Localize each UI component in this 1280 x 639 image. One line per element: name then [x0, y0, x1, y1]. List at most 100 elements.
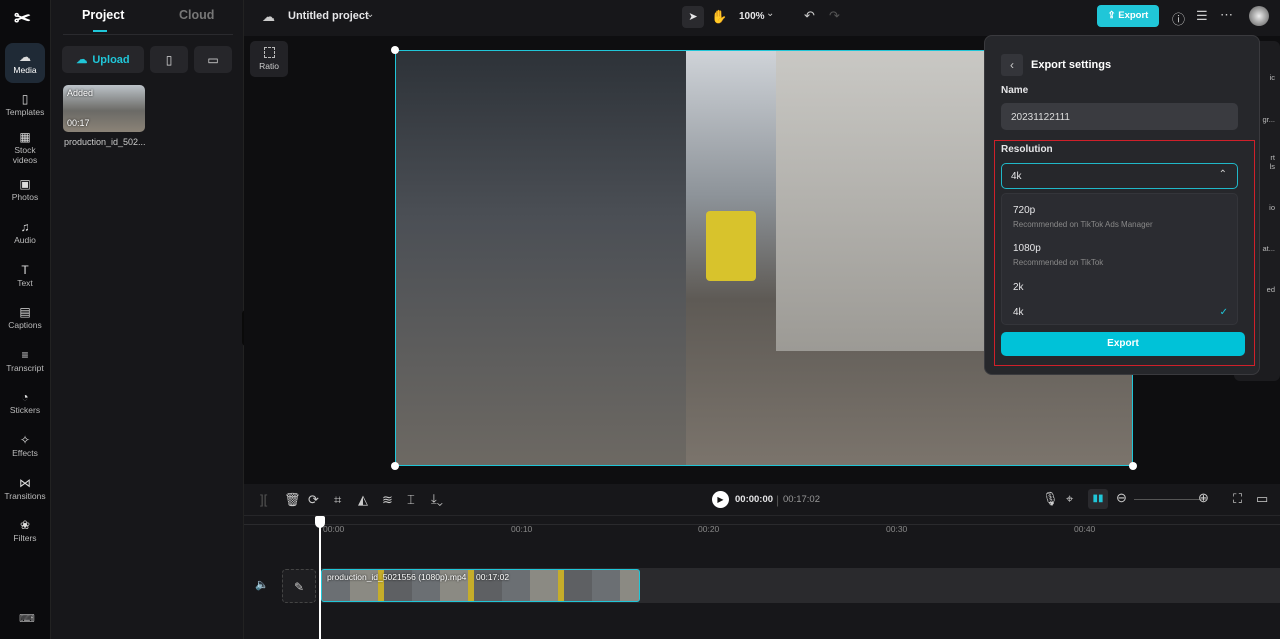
- side-item-label[interactable]: io: [1269, 203, 1275, 212]
- sidebar-item-media[interactable]: ☁ Media: [5, 43, 45, 83]
- sidebar-item-audio[interactable]: ♫ Audio: [5, 213, 45, 253]
- text-icon: T: [21, 262, 29, 277]
- playhead-handle[interactable]: [315, 516, 325, 528]
- export-settings-popover: ‹ Export settings Name 20231122111 Resol…: [984, 35, 1260, 375]
- option-label: 4k: [1013, 307, 1024, 318]
- fullscreen-icon[interactable]: ▭: [1256, 491, 1268, 507]
- hand-tool-icon[interactable]: ✋: [711, 9, 727, 25]
- playhead[interactable]: [319, 516, 321, 639]
- play-button[interactable]: ▶: [712, 491, 729, 508]
- side-item-label[interactable]: ic: [1270, 73, 1275, 82]
- zoom-chevron-icon[interactable]: ⌄: [766, 8, 774, 19]
- tab-project[interactable]: Project: [82, 8, 124, 22]
- option-720p[interactable]: 720p Recommended on TikTok Ads Manager: [1013, 205, 1153, 229]
- option-1080p[interactable]: 1080p Recommended on TikTok: [1013, 243, 1103, 267]
- zoom-slider[interactable]: [1134, 499, 1206, 500]
- sidebar-item-photos[interactable]: ▣ Photos: [5, 171, 45, 211]
- layers-icon[interactable]: ☰: [1196, 8, 1208, 24]
- snap-icon[interactable]: ⌖: [1066, 491, 1073, 507]
- export-title: Export settings: [1031, 59, 1112, 71]
- sidebar-item-transcript[interactable]: ≡ Transcript: [5, 341, 45, 381]
- name-field[interactable]: 20231122111: [1001, 103, 1238, 130]
- option-label: 1080p: [1013, 243, 1041, 254]
- delete-icon[interactable]: 🗑: [284, 492, 301, 508]
- side-item-label[interactable]: at...: [1262, 244, 1275, 253]
- tab-cloud[interactable]: Cloud: [179, 8, 214, 22]
- option-label: 720p: [1013, 205, 1036, 216]
- export-top-button[interactable]: ⇪ Export: [1097, 5, 1159, 27]
- platform-shelter: [396, 51, 686, 465]
- clip-name: production_id_5021556 (1080p).mp4: [327, 572, 467, 582]
- detach-audio-icon[interactable]: ≋: [382, 492, 393, 508]
- project-title[interactable]: Untitled project: [288, 10, 369, 22]
- added-badge: Added: [67, 88, 94, 98]
- sidebar-item-label: Text: [17, 277, 33, 288]
- redo-icon[interactable]: ↷: [829, 8, 840, 24]
- ruler-line: [244, 524, 1280, 525]
- sidebar-item-label: Audio: [14, 234, 36, 245]
- sidebar-item-effects[interactable]: ✧ Effects: [5, 426, 45, 466]
- flip-icon[interactable]: ◭: [358, 492, 368, 508]
- video-clip[interactable]: production_id_5021556 (1080p).mp4 00:17:…: [321, 569, 640, 602]
- split-view-button[interactable]: ▮▮: [1088, 489, 1108, 509]
- sidebar-item-stickers[interactable]: ◔ Stickers: [5, 384, 45, 424]
- zoom-in-icon[interactable]: ⊕: [1198, 490, 1209, 506]
- music-icon: ♫: [20, 219, 30, 234]
- sidebar-item-label: Captions: [8, 320, 42, 331]
- back-button[interactable]: ‹: [1001, 54, 1023, 76]
- more-icon[interactable]: ⋯: [1220, 7, 1233, 23]
- resolution-selected: 4k: [1011, 171, 1022, 182]
- edit-toolbar: ][ 🗑 ⟳ ⌗ ◭ ≋ ⌶ ⤓⌄ ▶ 00:00:00 | 00:17:02 …: [244, 484, 1280, 516]
- trim-icon[interactable]: ⌶: [407, 492, 415, 508]
- tick-label: 00:00: [323, 524, 345, 534]
- side-item-label[interactable]: ls: [1270, 162, 1275, 171]
- resize-handle[interactable]: [391, 462, 399, 470]
- left-rail: ✂ ☁ Media ▯ Templates ▦ Stock videos ▣ Photos ♫ A…: [0, 0, 51, 639]
- resize-handle[interactable]: [391, 46, 399, 54]
- fit-icon[interactable]: ⛶: [1233, 491, 1242, 507]
- resolution-label: Resolution: [1001, 144, 1053, 155]
- help-icon[interactable]: ⓘ: [1172, 9, 1185, 28]
- side-item-label[interactable]: ed: [1267, 285, 1275, 294]
- sidebar-item-captions[interactable]: ▤ Captions: [5, 299, 45, 339]
- name-label: Name: [1001, 85, 1029, 96]
- speed-icon[interactable]: ⟳: [308, 492, 319, 508]
- sidebar-item-transitions[interactable]: ⋈ Transitions: [4, 469, 45, 509]
- select-tool-button[interactable]: ➤: [682, 6, 704, 28]
- upload-button[interactable]: ☁ Upload: [62, 46, 144, 73]
- divider: [63, 34, 233, 35]
- sidebar-item-templates[interactable]: ▯ Templates: [5, 86, 45, 126]
- sidebar-item-label: Filters: [13, 533, 37, 544]
- resolution-select[interactable]: 4k ⌃: [1001, 163, 1238, 189]
- microphone-icon[interactable]: 🎙: [1042, 491, 1059, 507]
- side-item-label[interactable]: gr...: [1262, 115, 1275, 124]
- download-icon[interactable]: ⤓⌄: [431, 491, 443, 507]
- phone-icon: ▯: [165, 52, 173, 67]
- phone-upload-button[interactable]: ▯: [150, 46, 188, 73]
- sidebar-item-label: Stickers: [9, 405, 41, 416]
- sidebar-item-stock-videos[interactable]: ▦ Stock videos: [5, 128, 45, 168]
- record-button[interactable]: ▭: [194, 46, 232, 73]
- ratio-button[interactable]: Ratio: [250, 41, 288, 77]
- avatar[interactable]: [1249, 6, 1269, 26]
- tick-label: 00:10: [511, 524, 533, 534]
- sidebar-item-filters[interactable]: ❀ Filters: [5, 512, 45, 552]
- volume-icon[interactable]: 🔈: [255, 578, 269, 591]
- export-top-label: Export: [1118, 10, 1149, 21]
- chevron-down-icon[interactable]: ⌄: [366, 9, 374, 20]
- cover-edit-button[interactable]: ✎: [282, 569, 316, 603]
- zoom-level[interactable]: 100%: [739, 11, 765, 22]
- split-icon[interactable]: ][: [260, 492, 267, 507]
- undo-icon[interactable]: ↶: [804, 8, 815, 24]
- resize-handle[interactable]: [1129, 462, 1137, 470]
- keyboard-icon[interactable]: ⌨: [19, 612, 35, 625]
- export-button[interactable]: Export: [1001, 332, 1245, 356]
- tick-label: 00:40: [1074, 524, 1096, 534]
- option-2k[interactable]: 2k: [1013, 282, 1024, 293]
- zoom-out-icon[interactable]: ⊖: [1116, 490, 1127, 506]
- side-item-label[interactable]: rt: [1270, 153, 1275, 162]
- media-thumbnail[interactable]: Added 00:17: [63, 85, 145, 132]
- sidebar-item-text[interactable]: T Text: [5, 256, 45, 296]
- crop-icon[interactable]: ⌗: [334, 492, 341, 508]
- option-4k[interactable]: 4k ✓: [1013, 307, 1228, 318]
